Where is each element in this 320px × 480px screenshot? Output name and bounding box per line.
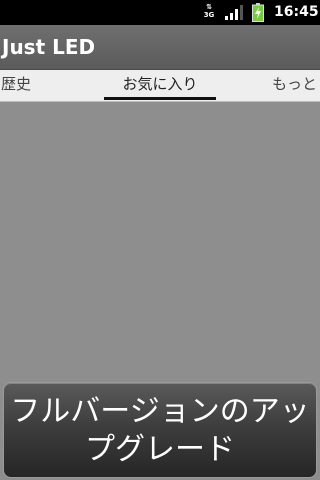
upgrade-label-line1: フルバージョンのアッ (10, 394, 310, 429)
network-type-label: 3G (203, 11, 215, 19)
status-time: 16:45 (274, 4, 319, 20)
tab-strip: 歴史 お気に入り もっと (0, 70, 320, 102)
network-3g-icon: ⇅ 3G (203, 3, 215, 19)
status-bar: ⇅ 3G 16:45 (0, 0, 320, 25)
upgrade-full-version-button[interactable]: フルバージョンのアッ プグレード (3, 382, 317, 478)
upgrade-button-label: フルバージョンのアッ プグレード (4, 393, 316, 469)
tab-favorites[interactable]: お気に入り (104, 70, 216, 99)
battery-charging-icon (252, 3, 264, 22)
tab-selected-indicator (104, 97, 216, 100)
tab-more[interactable]: もっと (272, 70, 317, 99)
title-bar: Just LED (0, 25, 320, 70)
screen: ⇅ 3G 16:45 Just LED 歴史 お気に入り もっと フルバージョン… (0, 0, 320, 480)
app-title: Just LED (2, 35, 96, 59)
tab-history[interactable]: 歴史 (1, 70, 31, 99)
upgrade-label-line2: プグレード (85, 432, 235, 467)
signal-strength-icon (225, 5, 243, 20)
